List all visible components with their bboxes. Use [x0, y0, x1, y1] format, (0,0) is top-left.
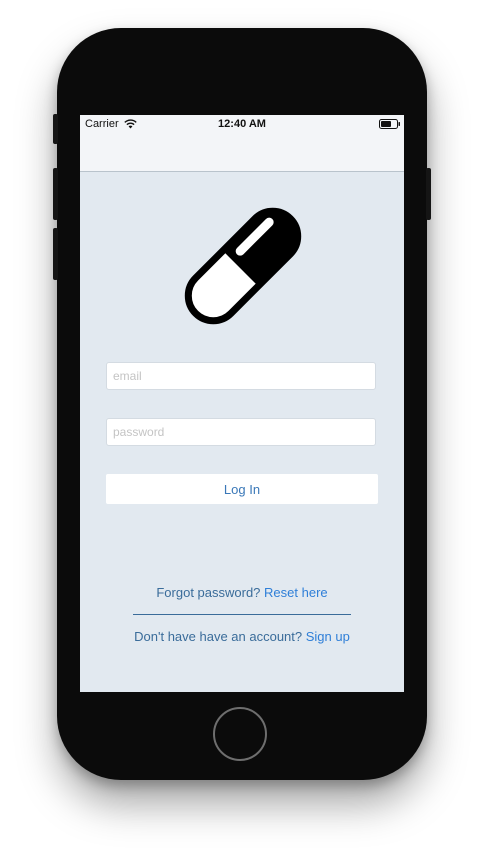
volume-up-button [53, 168, 58, 220]
volume-down-button [53, 228, 58, 280]
status-bar: Carrier 12:40 AM [80, 115, 404, 135]
sign-up-link[interactable]: Sign up [306, 629, 350, 644]
app-screen: Carrier 12:40 AM email Log In Forgot pas… [80, 115, 404, 692]
email-field[interactable] [106, 362, 376, 390]
pill-capsule-icon [172, 195, 314, 342]
status-time: 12:40 AM [218, 118, 266, 130]
password-field[interactable] [106, 418, 376, 446]
signup-row: Don't have have an account? Sign up [80, 629, 404, 644]
signup-prompt-text: Don't have have an account? [134, 629, 306, 644]
reset-password-link[interactable]: Reset here [264, 585, 328, 600]
home-button[interactable] [213, 707, 267, 761]
footer-divider [133, 614, 351, 615]
battery-icon [379, 119, 400, 129]
login-button[interactable]: Log In [106, 474, 378, 504]
mute-switch [53, 114, 58, 144]
forgot-password-text: Forgot password? [156, 585, 265, 600]
forgot-password-row: Forgot password? Reset here [80, 585, 404, 600]
power-button [426, 168, 431, 220]
